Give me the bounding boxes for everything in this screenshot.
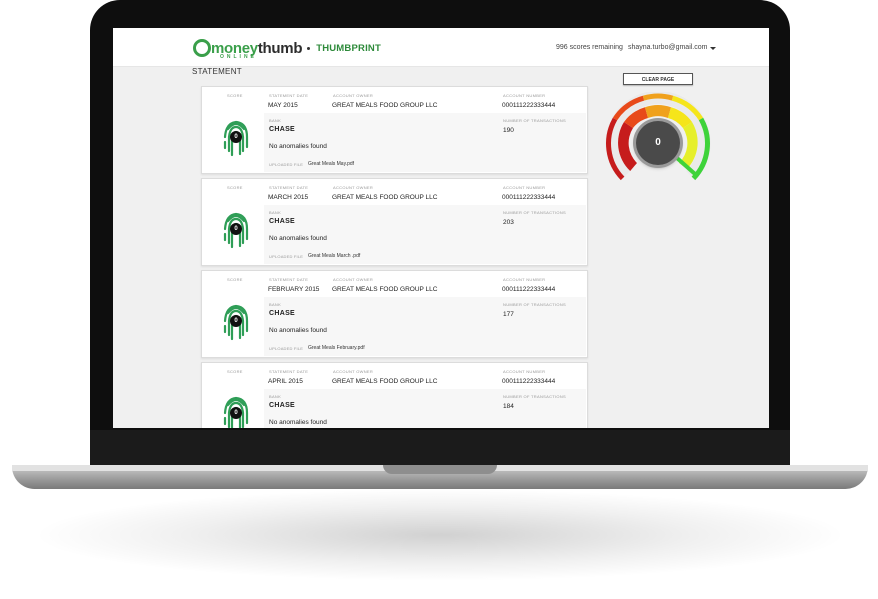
gauge-value: 0 [636,121,680,165]
account-number: 000111222333444 [502,286,556,293]
top-bar: moneythumb ONLINE THUMBPRINT 996 scores … [113,28,769,67]
score-label: SCORE [227,277,243,282]
anomaly-status: No anomalies found [269,235,327,242]
uploaded-file-name[interactable]: Great Meals March .pdf [308,253,360,259]
account-owner-label: ACCOUNT OWNER [333,93,374,98]
statement-card[interactable]: SCORE STATEMENT DATE ACCOUNT OWNER ACCOUNT … [201,270,588,358]
transactions-label: NUMBER OF TRANSACTIONS [503,210,566,215]
statement-card[interactable]: SCORE STATEMENT DATE ACCOUNT OWNER ACCOUNT … [201,86,588,174]
uploaded-file-name[interactable]: Great Meals February.pdf [308,345,365,351]
bank-name: CHASE [269,126,296,133]
account-number-label: ACCOUNT NUMBER [503,369,546,374]
score-label: SCORE [227,369,243,374]
statement-card[interactable]: SCORE STATEMENT DATE ACCOUNT OWNER ACCOUNT … [201,178,588,266]
logo-coin-icon [193,39,211,57]
scores-remaining: 996 scores remaining [556,44,623,51]
score-label: SCORE [227,185,243,190]
transactions-label: NUMBER OF TRANSACTIONS [503,118,566,123]
logo-subtitle: ONLINE [220,54,257,60]
statement-card[interactable]: SCORE STATEMENT DATE ACCOUNT OWNER ACCOUNT … [201,362,588,428]
transactions-label: NUMBER OF TRANSACTIONS [503,302,566,307]
bank-name: CHASE [269,402,296,409]
uploaded-file-name[interactable]: Great Meals May.pdf [308,161,354,167]
app-screen: moneythumb ONLINE THUMBPRINT 996 scores … [113,28,769,428]
laptop-shadow [40,490,840,580]
bank-name: CHASE [269,310,296,317]
account-number-label: ACCOUNT NUMBER [503,277,546,282]
transactions-label: NUMBER OF TRANSACTIONS [503,394,566,399]
account-owner: GREAT MEALS FOOD GROUP LLC [332,378,438,385]
product-name: THUMBPRINT [316,42,381,54]
statement-date-label: STATEMENT DATE [269,277,309,282]
statement-date-label: STATEMENT DATE [269,185,309,190]
moneythumb-logo[interactable]: moneythumb ONLINE THUMBPRINT [192,38,381,60]
score-value: 0 [230,223,242,235]
gauge-inner-amber [645,105,671,118]
transaction-count: 190 [503,127,514,134]
account-owner: GREAT MEALS FOOD GROUP LLC [332,102,438,109]
transaction-count: 177 [503,311,514,318]
statement-date-label: STATEMENT DATE [269,93,309,98]
anomaly-status: No anomalies found [269,143,327,150]
logo-separator-dot [307,46,311,50]
user-email-menu[interactable]: shayna.turbo@gmail.com [628,44,707,51]
page-title: STATEMENT [192,67,242,76]
chevron-down-icon[interactable] [710,47,716,50]
gauge-band-amber [642,93,674,101]
account-owner-label: ACCOUNT OWNER [333,277,374,282]
transaction-count: 184 [503,403,514,410]
uploaded-file-label: UPLOADED FILE [269,254,304,259]
account-owner-label: ACCOUNT OWNER [333,185,374,190]
statement-date: FEBRUARY 2015 [268,286,320,293]
bank-label: BANK [269,118,282,123]
score-value: 0 [230,407,242,419]
statement-date: MARCH 2015 [268,194,309,201]
score-value: 0 [230,315,242,327]
anomaly-status: No anomalies found [269,327,327,334]
account-owner: GREAT MEALS FOOD GROUP LLC [332,194,438,201]
clear-page-button[interactable]: CLEAR PAGE [623,73,693,85]
anomaly-status: No anomalies found [269,419,327,426]
account-number-label: ACCOUNT NUMBER [503,93,546,98]
statement-date: MAY 2015 [268,102,298,109]
account-number-label: ACCOUNT NUMBER [503,185,546,190]
logo-word-thumb: thumb [257,39,303,57]
bank-name: CHASE [269,218,296,225]
statement-date-label: STATEMENT DATE [269,369,309,374]
laptop-notch [383,465,497,474]
bank-label: BANK [269,302,282,307]
account-owner: GREAT MEALS FOOD GROUP LLC [332,286,438,293]
score-value: 0 [230,131,242,143]
account-number: 000111222333444 [502,102,556,109]
statement-date: APRIL 2015 [268,378,303,385]
uploaded-file-label: UPLOADED FILE [269,346,304,351]
score-label: SCORE [227,93,243,98]
bank-label: BANK [269,394,282,399]
bank-label: BANK [269,210,282,215]
account-owner-label: ACCOUNT OWNER [333,369,374,374]
uploaded-file-label: UPLOADED FILE [269,162,304,167]
account-number: 000111222333444 [502,378,556,385]
account-number: 000111222333444 [502,194,556,201]
transaction-count: 203 [503,219,514,226]
